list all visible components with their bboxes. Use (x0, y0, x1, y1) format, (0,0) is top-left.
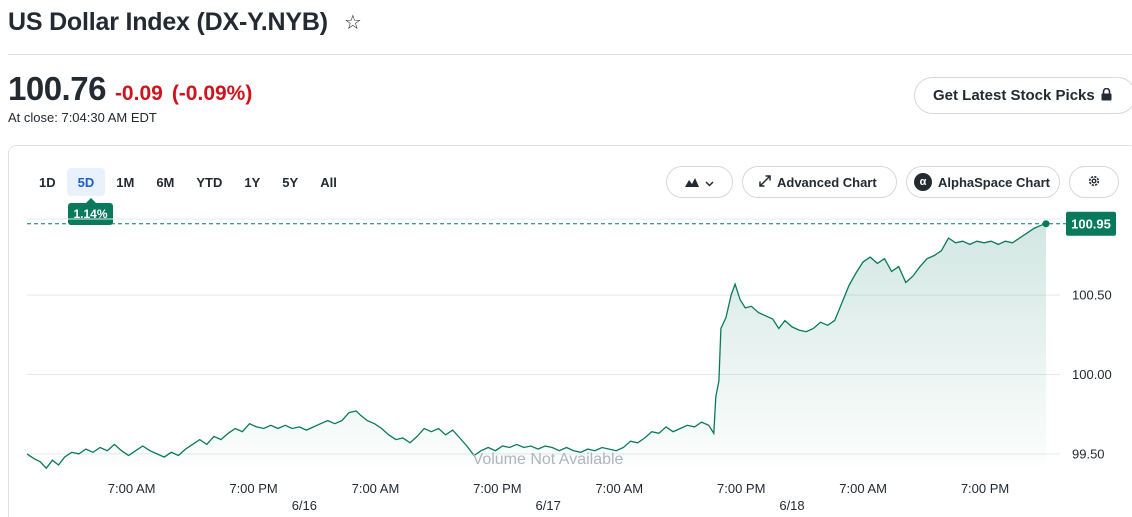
x-time-label: 7:00 PM (229, 481, 277, 496)
last-price-marker (1042, 220, 1050, 228)
y-tick-label: 99.50 (1072, 446, 1105, 461)
x-time-label: 7:00 AM (352, 481, 400, 496)
y-tick-label: 100.50 (1072, 288, 1112, 303)
x-time-label: 7:00 AM (595, 481, 643, 496)
price-area-fill (27, 223, 1046, 469)
last-price-tag-label: 100.95 (1071, 216, 1111, 231)
x-date-label: 6/18 (779, 498, 804, 513)
y-tick-label: 100.00 (1072, 367, 1112, 382)
x-date-label: 6/16 (292, 498, 317, 513)
x-time-label: 7:00 PM (961, 481, 1009, 496)
x-time-label: 7:00 PM (717, 481, 765, 496)
x-time-label: 7:00 PM (473, 481, 521, 496)
x-time-label: 7:00 AM (108, 481, 156, 496)
volume-not-available: Volume Not Available (473, 451, 624, 468)
x-date-label: 6/17 (536, 498, 561, 513)
x-time-label: 7:00 AM (839, 481, 887, 496)
price-chart: 100.95 100.50 100.00 99.50 7:00 AM 7:00 PM 7… (26, 211, 1116, 513)
